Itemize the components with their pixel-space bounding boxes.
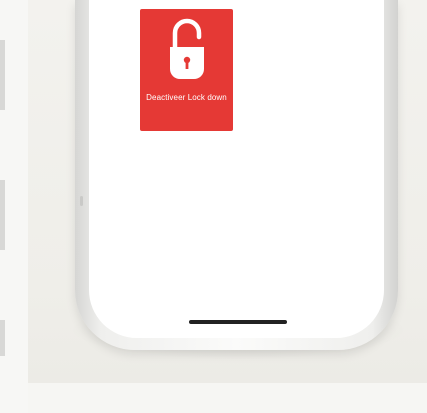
left-edge-mark (0, 320, 5, 356)
bottom-band (28, 383, 427, 413)
phone-screen: Deactiveer Lock down (89, 0, 384, 338)
left-edge-mark (0, 180, 5, 250)
lockdown-label: Deactiveer Lock down (146, 93, 227, 102)
deactivate-lockdown-button[interactable]: Deactiveer Lock down (140, 9, 233, 131)
left-edge-mark (0, 40, 5, 110)
phone-side-button (80, 196, 83, 206)
home-indicator[interactable] (189, 320, 287, 324)
padlock-open-icon (170, 18, 204, 79)
left-edge-strip (0, 0, 28, 413)
